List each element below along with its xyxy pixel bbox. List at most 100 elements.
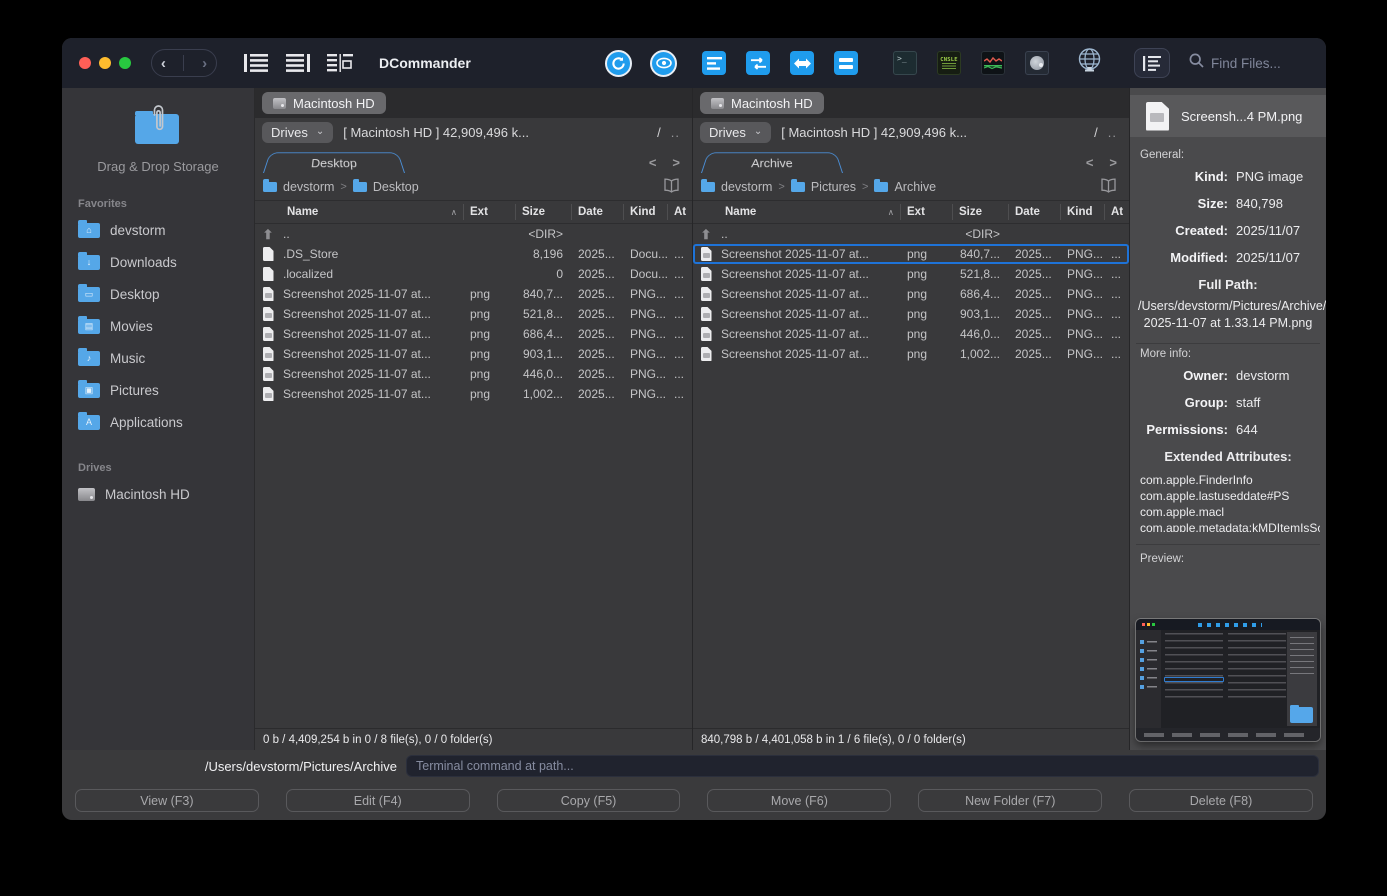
file-row[interactable]: ⬆ .. <DIR> xyxy=(693,224,1129,244)
chevron-down-icon: ⌄ xyxy=(754,126,762,137)
copy-f5-button[interactable]: Copy (F5) xyxy=(497,789,681,812)
desktop-folder-icon: ▭ xyxy=(78,287,100,302)
list-view-left-icon[interactable] xyxy=(243,52,269,74)
file-row[interactable]: .localized 0 2025... Docu... ... xyxy=(255,264,692,284)
kind-value: PNG image xyxy=(1236,169,1320,184)
up-arrow-icon: ⬆ xyxy=(701,228,712,241)
file-row[interactable]: Screenshot 2025-11-07 at... png 903,1...… xyxy=(693,304,1129,324)
info-file-name: Screensh...4 PM.png xyxy=(1181,109,1302,124)
file-row[interactable]: Screenshot 2025-11-07 at... png 686,4...… xyxy=(255,324,692,344)
sidebar-item-music[interactable]: ♪ Music xyxy=(62,342,254,374)
console-button[interactable]: C﻿NS﻿LE xyxy=(937,51,961,75)
file-row-selected[interactable]: Screenshot 2025-11-07 at... png 840,7...… xyxy=(693,244,1129,264)
terminal-button[interactable]: >_ xyxy=(893,51,917,75)
new-folder-f7-button[interactable]: New Folder (F7) xyxy=(918,789,1102,812)
bookmarks-icon[interactable] xyxy=(1100,178,1117,196)
column-header-name[interactable]: Name ∧ xyxy=(719,204,900,220)
list-view-right-icon[interactable] xyxy=(285,52,311,74)
file-row[interactable]: Screenshot 2025-11-07 at... png 1,002...… xyxy=(255,384,692,404)
goto-root-button[interactable]: / xyxy=(1094,125,1098,140)
equal-panels-button[interactable] xyxy=(834,51,858,75)
nav-divider xyxy=(183,55,184,71)
zoom-window-button[interactable] xyxy=(119,57,131,69)
view-f3-button[interactable]: View (F3) xyxy=(75,789,259,812)
column-header-date[interactable]: Date xyxy=(571,204,623,220)
sidebar-item-downloads[interactable]: ↓ Downloads xyxy=(62,246,254,278)
file-row[interactable]: Screenshot 2025-11-07 at... png 686,4...… xyxy=(693,284,1129,304)
file-row[interactable]: Screenshot 2025-11-07 at... png 521,8...… xyxy=(255,304,692,324)
tab-desktop[interactable]: Desktop xyxy=(263,152,405,173)
bookmarks-icon[interactable] xyxy=(663,178,680,196)
next-tab-button[interactable]: > xyxy=(1109,155,1117,170)
move-f6-button[interactable]: Move (F6) xyxy=(707,789,891,812)
column-header-kind[interactable]: Kind xyxy=(1060,204,1104,220)
sidebar: Drag & Drop Storage Favorites ⌂ devstorm… xyxy=(62,88,255,750)
column-header-at[interactable]: At xyxy=(667,204,692,220)
forward-button[interactable]: › xyxy=(202,56,207,71)
terminal-command-input[interactable] xyxy=(406,755,1319,777)
drag-drop-storage[interactable]: Drag & Drop Storage xyxy=(62,102,254,174)
close-window-button[interactable] xyxy=(79,57,91,69)
column-header-kind[interactable]: Kind xyxy=(623,204,667,220)
breadcrumb-item[interactable]: Desktop xyxy=(353,180,419,194)
file-row[interactable]: Screenshot 2025-11-07 at... png 446,0...… xyxy=(255,364,692,384)
column-settings-button[interactable] xyxy=(702,51,726,75)
breadcrumb: devstorm > Pictures > Archive xyxy=(693,173,1129,200)
drive-chip-button[interactable]: Macintosh HD xyxy=(700,92,824,114)
file-row[interactable]: Screenshot 2025-11-07 at... png 1,002...… xyxy=(693,344,1129,364)
breadcrumb-item[interactable]: Pictures xyxy=(791,180,856,194)
show-hidden-files-eye-button[interactable] xyxy=(650,50,677,77)
find-files-input[interactable] xyxy=(1211,56,1321,71)
image-file-icon xyxy=(263,367,274,381)
prev-tab-button[interactable]: < xyxy=(1086,155,1094,170)
file-row[interactable]: Screenshot 2025-11-07 at... png 903,1...… xyxy=(255,344,692,364)
image-file-icon xyxy=(263,287,274,301)
folder-icon xyxy=(791,182,805,192)
file-row[interactable]: .DS_Store 8,196 2025... Docu... ... xyxy=(255,244,692,264)
column-header-date[interactable]: Date xyxy=(1008,204,1060,220)
next-tab-button[interactable]: > xyxy=(672,155,680,170)
goto-parent-button[interactable]: .. xyxy=(671,125,680,140)
goto-parent-button[interactable]: .. xyxy=(1108,125,1117,140)
disk-utility-button[interactable] xyxy=(1025,51,1049,75)
swap-panels-button[interactable] xyxy=(746,51,770,75)
prev-tab-button[interactable]: < xyxy=(649,155,657,170)
sidebar-item-desktop[interactable]: ▭ Desktop xyxy=(62,278,254,310)
breadcrumb-item[interactable]: devstorm xyxy=(701,180,772,194)
breadcrumb: devstorm > Desktop xyxy=(255,173,692,200)
split-view-icon[interactable] xyxy=(327,52,353,74)
file-row[interactable]: Screenshot 2025-11-07 at... png 840,7...… xyxy=(255,284,692,304)
breadcrumb-item[interactable]: devstorm xyxy=(263,180,334,194)
minimize-window-button[interactable] xyxy=(99,57,111,69)
sidebar-item-pictures[interactable]: ▣ Pictures xyxy=(62,374,254,406)
file-row[interactable]: Screenshot 2025-11-07 at... png 446,0...… xyxy=(693,324,1129,344)
column-header-at[interactable]: At xyxy=(1104,204,1129,220)
drives-header: Drives xyxy=(78,462,254,474)
goto-root-button[interactable]: / xyxy=(657,125,661,140)
network-globe-button[interactable] xyxy=(1076,47,1103,79)
drives-dropdown[interactable]: Drives ⌄ xyxy=(262,122,333,143)
sort-options-button[interactable] xyxy=(1134,48,1170,78)
edit-f4-button[interactable]: Edit (F4) xyxy=(286,789,470,812)
sidebar-item-macintosh-hd[interactable]: Macintosh HD xyxy=(62,478,254,510)
tab-archive[interactable]: Archive xyxy=(701,152,843,173)
column-header-name[interactable]: Name ∧ xyxy=(281,204,463,220)
column-header-size[interactable]: Size xyxy=(515,204,571,220)
back-button[interactable]: ‹ xyxy=(161,56,166,71)
activity-monitor-button[interactable] xyxy=(981,51,1005,75)
extended-attributes-list: com.apple.FinderInfo com.apple.lastusedd… xyxy=(1136,470,1320,532)
sidebar-item-movies[interactable]: ▤ Movies xyxy=(62,310,254,342)
refresh-button[interactable] xyxy=(605,50,632,77)
file-row[interactable]: ⬆ .. <DIR> xyxy=(255,224,692,244)
drives-dropdown[interactable]: Drives ⌄ xyxy=(700,122,771,143)
drive-chip-button[interactable]: Macintosh HD xyxy=(262,92,386,114)
delete-f8-button[interactable]: Delete (F8) xyxy=(1129,789,1313,812)
file-row[interactable]: Screenshot 2025-11-07 at... png 521,8...… xyxy=(693,264,1129,284)
sidebar-item-devstorm[interactable]: ⌂ devstorm xyxy=(62,214,254,246)
horizontal-split-button[interactable] xyxy=(790,51,814,75)
column-header-size[interactable]: Size xyxy=(952,204,1008,220)
column-header-ext[interactable]: Ext xyxy=(463,204,515,220)
sidebar-item-applications[interactable]: A Applications xyxy=(62,406,254,438)
column-header-ext[interactable]: Ext xyxy=(900,204,952,220)
breadcrumb-item[interactable]: Archive xyxy=(874,180,936,194)
